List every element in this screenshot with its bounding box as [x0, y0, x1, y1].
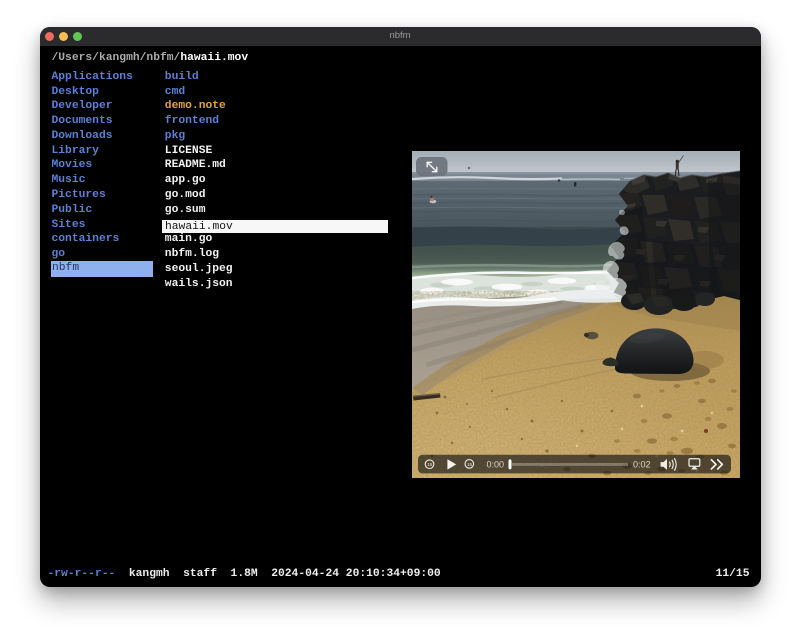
svg-text:15: 15	[467, 462, 473, 467]
svg-text:15: 15	[427, 462, 433, 467]
svg-text:0:02: 0:02	[633, 460, 651, 470]
svg-text:0:00: 0:00	[487, 460, 505, 470]
